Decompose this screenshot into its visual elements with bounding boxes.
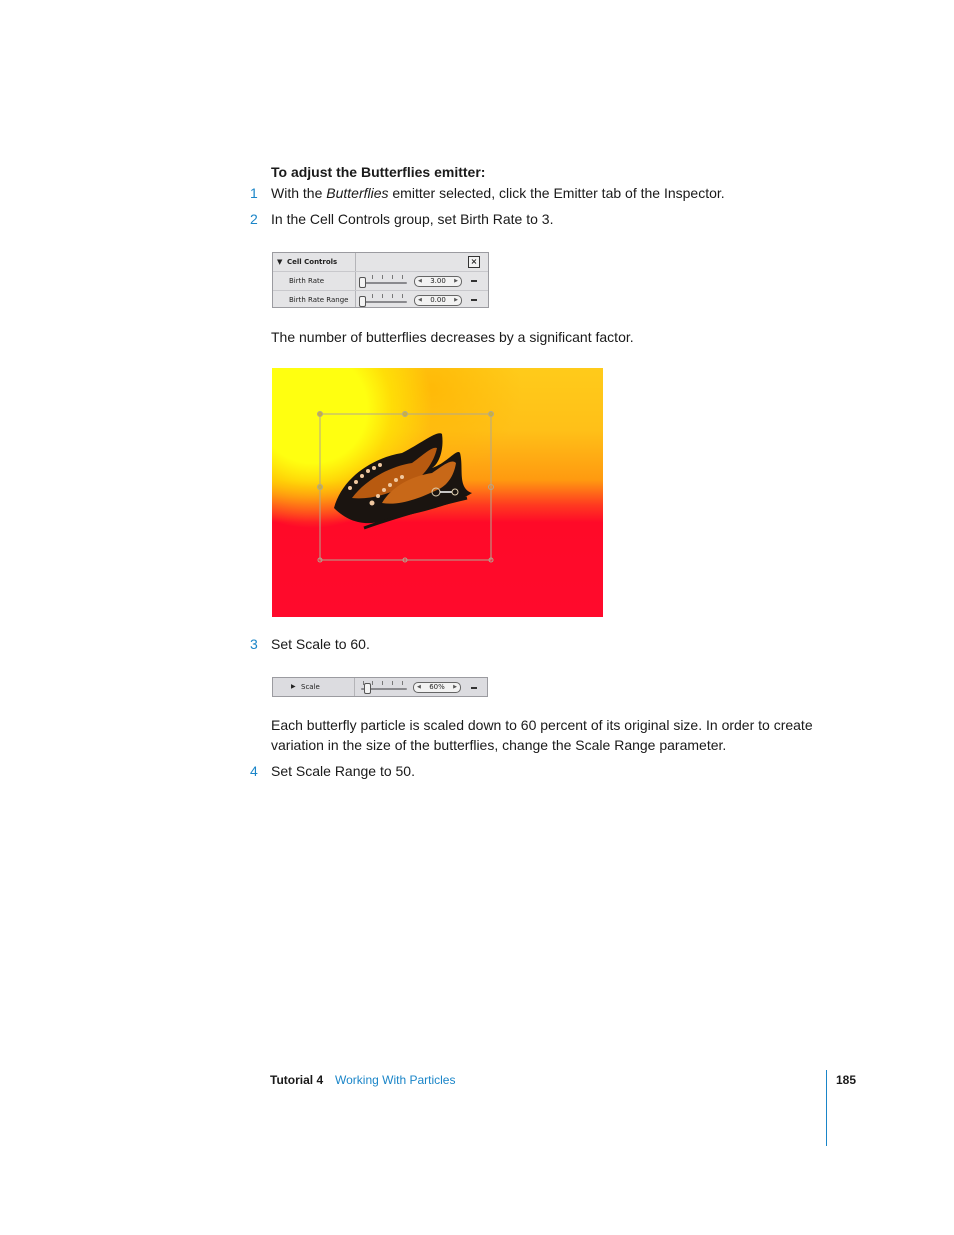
page-number: 185 <box>836 1073 857 1087</box>
slider-thumb[interactable] <box>364 683 371 694</box>
enable-checkbox-icon[interactable]: × <box>468 256 480 268</box>
scale-value: 60% <box>429 683 445 691</box>
param-label: Scale <box>301 683 320 691</box>
step-text-italic: Butterflies <box>326 185 389 201</box>
slider-thumb[interactable] <box>359 296 366 307</box>
param-row-birth-rate: Birth Rate ◀ 3.00 ▶ <box>273 271 488 290</box>
birth-rate-range-value: 0.00 <box>430 296 446 304</box>
step-text: emitter selected, click the Emitter tab … <box>388 185 725 201</box>
step-number: 2 <box>250 211 258 227</box>
footer-chapter-title: Working With Particles <box>335 1073 456 1087</box>
birth-rate-value: 3.00 <box>430 277 446 285</box>
birth-rate-range-field[interactable]: ◀ 0.00 ▶ <box>414 295 462 306</box>
footer-divider <box>826 1070 827 1146</box>
step-4: 4 Set Scale Range to 50. <box>250 763 415 779</box>
step-number: 1 <box>250 185 258 201</box>
step-number: 3 <box>250 636 258 652</box>
increment-arrow-icon[interactable]: ▶ <box>454 277 458 286</box>
canvas-overlay <box>317 411 494 563</box>
canvas-preview-image <box>272 368 603 617</box>
paragraph-scale-explanation: Each butterfly particle is scaled down t… <box>271 717 813 753</box>
step-1: 1 With the Butterflies emitter selected, … <box>250 185 725 201</box>
animation-menu-icon[interactable] <box>471 687 477 689</box>
birth-rate-field[interactable]: ◀ 3.00 ▶ <box>414 276 462 287</box>
step-number: 4 <box>250 763 258 779</box>
increment-arrow-icon[interactable]: ▶ <box>453 683 457 692</box>
param-row-birth-rate-range: Birth Rate Range ◀ 0.00 ▶ <box>273 290 488 309</box>
step-2: 2 In the Cell Controls group, set Birth R… <box>250 211 553 227</box>
decrement-arrow-icon[interactable]: ◀ <box>418 296 422 305</box>
animation-menu-icon[interactable] <box>471 280 477 282</box>
scale-panel: ▶ Scale ◀ 60% ▶ <box>272 677 488 697</box>
param-label: Birth Rate <box>289 277 325 285</box>
step-3: 3 Set Scale to 60. <box>250 636 370 652</box>
butterfly-particles <box>334 433 472 530</box>
procedure-heading: To adjust the Butterflies emitter: <box>271 164 486 180</box>
step-text: With the <box>271 185 327 201</box>
disclosure-triangle-closed-icon[interactable]: ▶ <box>291 683 296 690</box>
decrement-arrow-icon[interactable]: ◀ <box>418 277 422 286</box>
footer-chapter: Tutorial 4 <box>270 1073 324 1087</box>
scale-field[interactable]: ◀ 60% ▶ <box>413 682 461 693</box>
decrement-arrow-icon[interactable]: ◀ <box>417 683 421 692</box>
step-text: In the Cell Controls group, set Birth Ra… <box>271 211 554 227</box>
paragraph-result: The number of butterflies decreases by a… <box>271 329 634 345</box>
scale-slider[interactable] <box>359 681 407 694</box>
step-text: Set Scale to 60. <box>271 636 370 652</box>
birth-rate-slider[interactable] <box>359 275 407 288</box>
cell-controls-panel: ▼ Cell Controls × Birth Rate ◀ 3.00 ▶ Bi… <box>272 252 489 308</box>
animation-menu-icon[interactable] <box>471 299 477 301</box>
birth-rate-range-slider[interactable] <box>359 294 407 307</box>
increment-arrow-icon[interactable]: ▶ <box>454 296 458 305</box>
disclosure-triangle-open-icon[interactable]: ▼ <box>277 258 282 266</box>
group-label: Cell Controls <box>287 258 338 266</box>
step-text: Set Scale Range to 50. <box>271 763 415 779</box>
param-label: Birth Rate Range <box>289 296 349 304</box>
slider-thumb[interactable] <box>359 277 366 288</box>
panel-divider <box>354 678 355 696</box>
